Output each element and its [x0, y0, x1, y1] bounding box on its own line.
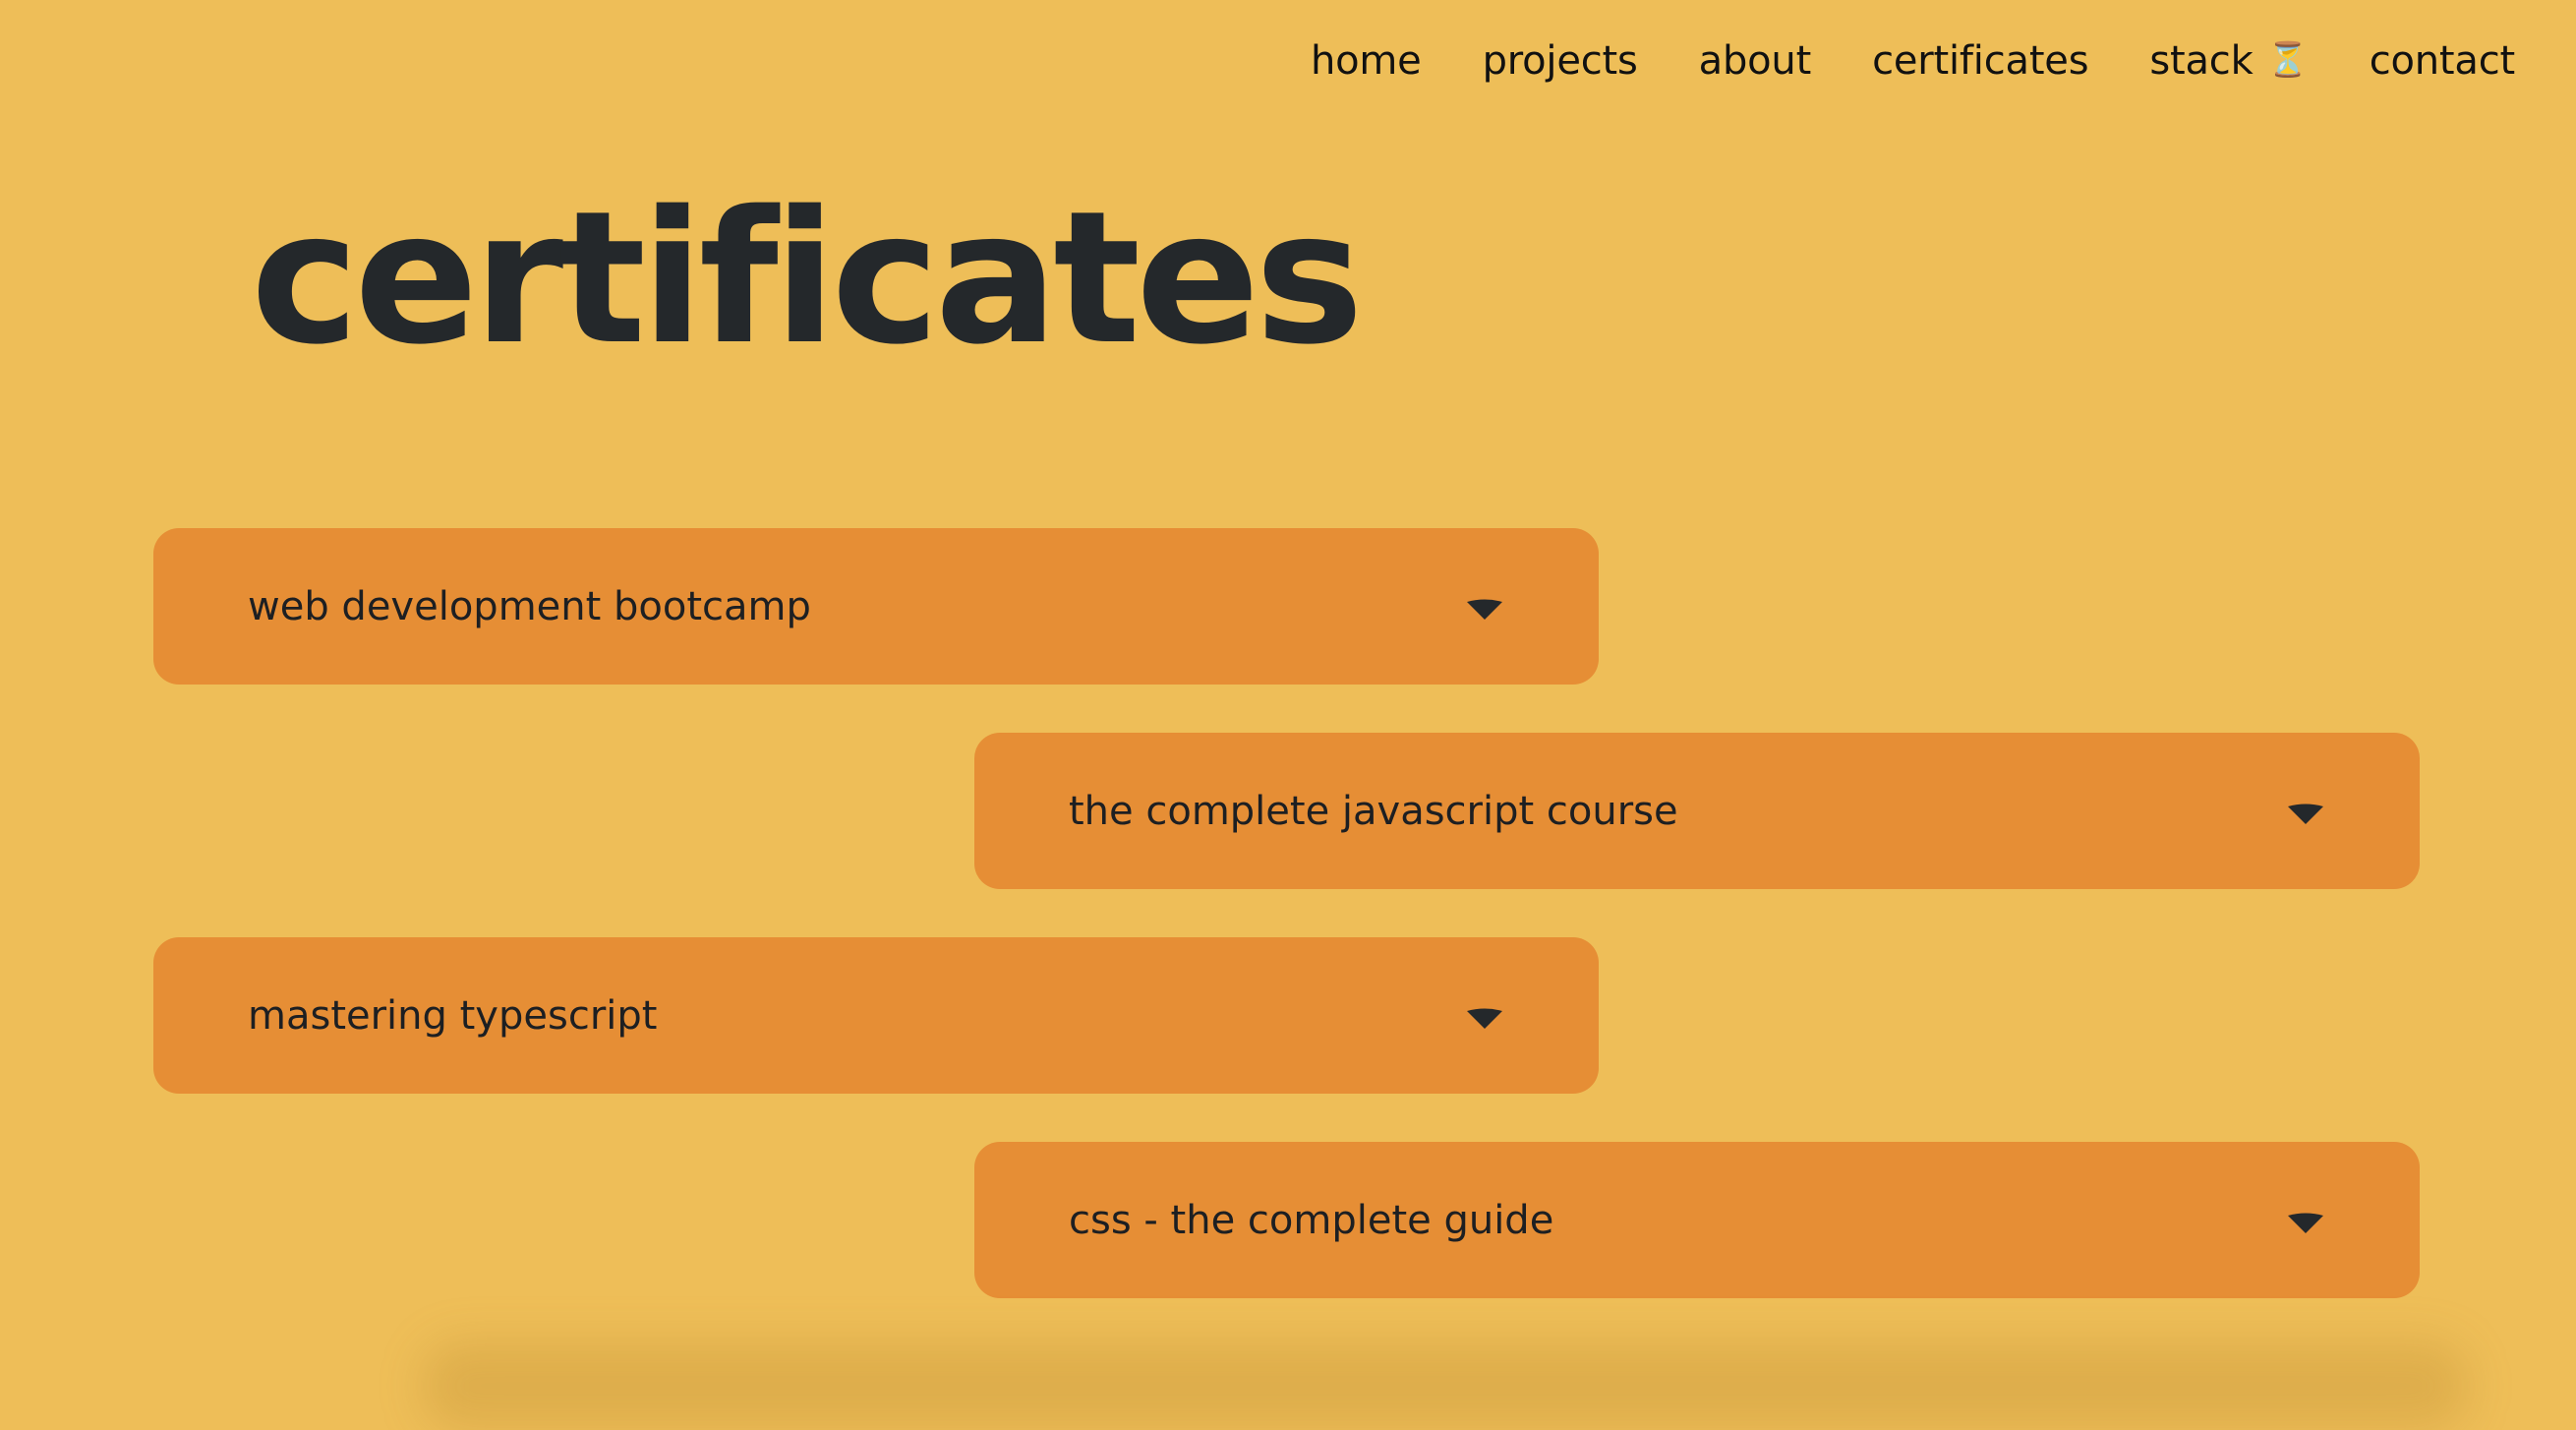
- nav-stack-link[interactable]: stack ⏳: [2149, 38, 2309, 84]
- nav-contact-link[interactable]: contact: [2370, 41, 2515, 81]
- bottom-shadow: [423, 1341, 2468, 1430]
- nav-about-link[interactable]: about: [1699, 41, 1812, 81]
- certificate-title: the complete javascript course: [1069, 788, 1678, 834]
- certificate-title: css - the complete guide: [1069, 1197, 1554, 1243]
- certificate-accordion-complete-javascript-course[interactable]: the complete javascript course: [974, 733, 2420, 889]
- certificate-accordion-web-development-bootcamp[interactable]: web development bootcamp: [153, 528, 1599, 685]
- nav-projects-link[interactable]: projects: [1483, 41, 1638, 81]
- nav-certificates-link[interactable]: certificates: [1872, 41, 2088, 81]
- chevron-down-icon[interactable]: [2286, 1212, 2325, 1235]
- hourglass-icon: ⏳: [2266, 40, 2309, 80]
- certificate-title: web development bootcamp: [248, 583, 811, 629]
- chevron-down-icon[interactable]: [1465, 1007, 1504, 1031]
- page-title: certificates: [251, 171, 1364, 385]
- nav-home-link[interactable]: home: [1311, 41, 1422, 81]
- top-nav: home projects about certificates stack ⏳…: [1311, 41, 2515, 81]
- nav-stack-label: stack: [2149, 38, 2254, 84]
- certificate-title: mastering typescript: [248, 992, 658, 1039]
- certificate-accordion-mastering-typescript[interactable]: mastering typescript: [153, 937, 1599, 1094]
- chevron-down-icon[interactable]: [2286, 803, 2325, 826]
- chevron-down-icon[interactable]: [1465, 598, 1504, 622]
- certificate-accordion-css-complete-guide[interactable]: css - the complete guide: [974, 1142, 2420, 1298]
